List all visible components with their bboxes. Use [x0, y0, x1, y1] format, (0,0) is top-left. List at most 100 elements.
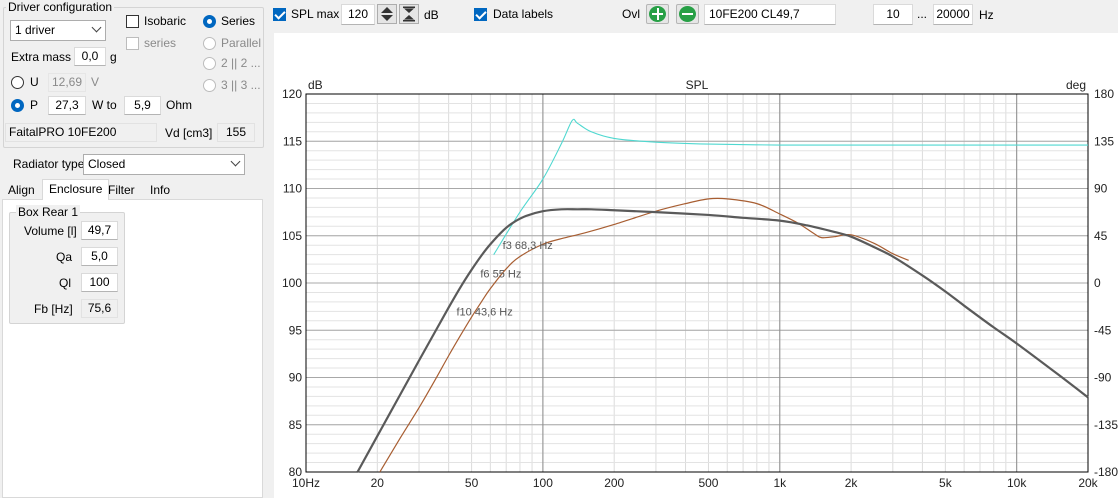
y-tick-label: 95 [289, 323, 303, 337]
fb-label: Fb [Hz] [34, 302, 73, 316]
curve-overlay [379, 197, 909, 473]
spl-chart-svg: 80859095100105110115120-180-135-90-45045… [282, 78, 1118, 490]
vd-value: 155 [217, 123, 255, 142]
spl-autoscale-button[interactable] [399, 4, 419, 24]
drivers-select-value: 1 driver [15, 23, 56, 37]
drivers-select[interactable]: 1 driver [10, 20, 106, 41]
y-tick-label: 105 [282, 229, 302, 243]
freq-from-input[interactable]: 10 [873, 4, 913, 25]
y2-tick-label: 180 [1094, 87, 1114, 101]
overlay-name-input[interactable]: 10FE200 CL49,7 [704, 4, 836, 25]
left-panel: Driver configuration 1 driver Isobaric s… [0, 0, 266, 498]
chart-annotations: f3 68,3 Hz f6 55 Hz f10 43,6 Hz [456, 240, 552, 318]
ohm-unit: Ohm [166, 98, 193, 112]
spl-max-checkbox[interactable] [273, 8, 286, 21]
u-radio[interactable] [11, 76, 24, 89]
radiator-type-select[interactable]: Closed [83, 154, 245, 175]
curve-spl [356, 208, 1089, 473]
u-label: U [30, 75, 39, 89]
hz-unit: Hz [979, 8, 994, 22]
fb-value: 75,6 [81, 299, 118, 318]
series-checkbox[interactable] [126, 37, 139, 50]
y2-tick-label: -90 [1094, 371, 1112, 385]
y2-axis-label: deg [1066, 78, 1086, 92]
w-to-label: W to [92, 98, 117, 112]
chevron-down-icon [230, 156, 241, 167]
x-tick-label: 20k [1078, 476, 1098, 490]
isobaric-checkbox[interactable] [126, 15, 139, 28]
driver-config-title: Driver configuration [6, 0, 115, 14]
ovl-label: Ovl [622, 7, 640, 21]
y2-tick-label: 45 [1094, 229, 1108, 243]
plus-circle-icon [649, 6, 666, 22]
chart-tick-labels: 80859095100105110115120-180-135-90-45045… [282, 87, 1118, 490]
isobaric-label: Isobaric [144, 14, 187, 28]
extra-mass-input[interactable]: 0,0 [74, 47, 106, 66]
chart-curves [356, 118, 1089, 473]
y-tick-label: 85 [289, 418, 303, 432]
spl-max-input[interactable]: 120 [341, 4, 375, 25]
p-label: P [30, 98, 39, 112]
data-labels-checkbox[interactable] [474, 8, 487, 21]
x-tick-label: 2k [845, 476, 859, 490]
wiring-parallel-label: Parallel [221, 36, 262, 50]
cutoff-label: f6 55 Hz [480, 269, 521, 281]
x-tick-label: 10k [1007, 476, 1027, 490]
spl-max-label: SPL max [291, 7, 340, 21]
tab-align[interactable]: Align [2, 181, 41, 200]
p-radio[interactable] [11, 99, 24, 112]
p-input[interactable]: 27,3 [48, 96, 86, 115]
extra-mass-unit: g [110, 50, 117, 64]
x-tick-label: 500 [698, 476, 718, 490]
wiring-2x2-radio[interactable] [203, 57, 216, 70]
vd-label: Vd [cm3] [165, 126, 213, 140]
tab-enclosure[interactable]: Enclosure [42, 179, 110, 200]
cutoff-label: f10 43,6 Hz [456, 306, 512, 318]
wiring-series-label: Series [221, 14, 256, 28]
series-check-label: series [144, 36, 177, 50]
db-unit: dB [424, 8, 439, 22]
y2-tick-label: 0 [1094, 276, 1101, 290]
add-overlay-button[interactable] [646, 4, 669, 24]
y-axis-label: dB [308, 78, 323, 92]
remove-overlay-button[interactable] [676, 4, 699, 24]
box-rear-title: Box Rear 1 [16, 205, 81, 219]
y2-tick-label: 135 [1094, 134, 1114, 148]
tab-info[interactable]: Info [144, 181, 176, 200]
x-tick-label: 50 [465, 476, 479, 490]
extra-mass-label: Extra mass [11, 50, 72, 64]
wiring-parallel-radio[interactable] [203, 37, 216, 50]
u-unit: V [91, 75, 100, 89]
cutoff-label: f3 68,3 Hz [503, 240, 553, 252]
curve-spl-max [493, 118, 1088, 255]
y-tick-label: 100 [282, 276, 302, 290]
spl-chart[interactable]: 80 85 90 95 100 105 110 115 120 -180 -135 -90 -45 0 45… [274, 33, 1118, 498]
u-value[interactable]: 12,69 [48, 73, 86, 92]
tab-filter[interactable]: Filter [102, 181, 141, 200]
y-tick-label: 120 [282, 87, 302, 101]
chart-toolbar: SPL max 120 dB Data labels Ovl 10FE200 C… [266, 0, 1118, 30]
ohm-input[interactable]: 5,9 [124, 96, 161, 115]
chart-title: SPL [686, 78, 709, 92]
radiator-type-label: Radiator type [13, 157, 85, 171]
volume-input[interactable]: 49,7 [81, 221, 118, 240]
qa-label: Qa [56, 250, 73, 264]
x-tick-label: 5k [939, 476, 953, 490]
qa-input[interactable]: 5,0 [81, 247, 118, 266]
y-tick-label: 90 [289, 371, 303, 385]
wiring-3x3-label: 3 || 3 ... [221, 78, 261, 92]
minus-circle-icon [679, 6, 696, 22]
wiring-3x3-radio[interactable] [203, 79, 216, 92]
driver-name: FaitalPRO 10FE200 [5, 123, 157, 142]
freq-to-input[interactable]: 20000 [933, 4, 973, 25]
chevron-down-icon [91, 22, 102, 33]
ql-input[interactable]: 100 [81, 273, 118, 292]
x-tick-label: 100 [533, 476, 553, 490]
y2-tick-label: -135 [1094, 418, 1118, 432]
y-tick-label: 110 [283, 182, 302, 196]
x-tick-label: 200 [604, 476, 624, 490]
expand-vertical-icon [403, 6, 415, 22]
wiring-series-radio[interactable] [203, 15, 216, 28]
data-labels-label: Data labels [493, 7, 554, 21]
spl-step-updown-button[interactable] [377, 4, 397, 24]
